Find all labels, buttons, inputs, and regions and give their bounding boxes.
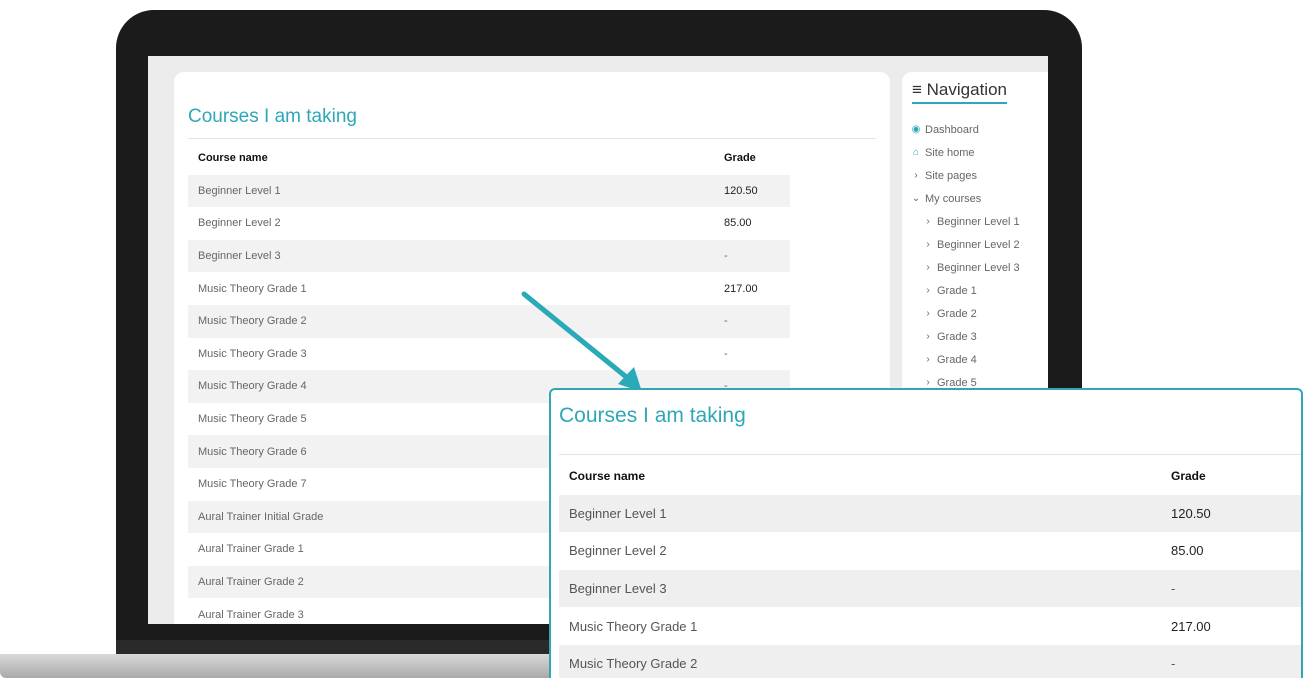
table-row: Beginner Level 3- [188,239,790,273]
nav-item-grade-3[interactable]: › Grade 3 [910,325,1048,348]
nav-item-label: Site pages [925,169,977,182]
nav-item-label: Grade 4 [937,353,977,366]
divider [188,138,876,139]
table-header-row: Course name Grade [188,142,790,175]
course-name-link[interactable]: Music Theory Grade 2 [188,315,724,327]
course-name-link[interactable]: Beginner Level 1 [559,506,1171,521]
column-header-course-name[interactable]: Course name [188,152,724,164]
nav-item-label: Grade 2 [937,307,977,320]
column-header-grade[interactable]: Grade [1171,469,1301,483]
nav-item-grade-2[interactable]: › Grade 2 [910,302,1048,325]
chevron-right-icon: › [926,308,930,319]
nav-item-grade-1[interactable]: › Grade 1 [910,279,1048,302]
home-icon: ⌂ [912,147,920,158]
grade-value: 217.00 [1171,618,1211,634]
navigation-title: ≡ Navigation [912,80,1007,104]
nav-item-site-pages[interactable]: › Site pages [910,164,1048,187]
table-row: Music Theory Grade 2- [559,644,1301,678]
nav-item-label: Dashboard [925,123,979,136]
nav-item-beginner-level-1[interactable]: › Beginner Level 1 [910,210,1048,233]
grade-value: - [724,250,728,263]
chevron-down-icon: ⌄ [911,193,921,204]
zoom-panel: Courses I am taking Course name Grade Be… [549,388,1303,678]
menu-icon: ≡ [912,80,922,99]
course-name-link[interactable]: Beginner Level 3 [559,581,1171,596]
navigation-list: ◉ Dashboard ⌂ Site home › Site pages ⌄ My cours… [910,118,1048,394]
zoom-title: Courses I am taking [559,404,746,427]
nav-item-label: Grade 3 [937,330,977,343]
nav-item-label: Beginner Level 1 [937,215,1020,228]
table-row: Music Theory Grade 1 217.00 [188,272,790,305]
nav-item-label: Beginner Level 2 [937,238,1020,251]
course-name-link[interactable]: Music Theory Grade 3 [188,348,724,360]
course-name-link[interactable]: Beginner Level 1 [188,185,724,197]
nav-item-my-courses[interactable]: ⌄ My courses [910,187,1048,210]
nav-item-beginner-level-2[interactable]: › Beginner Level 2 [910,233,1048,256]
grade-value: - [724,347,728,360]
nav-item-grade-4[interactable]: › Grade 4 [910,348,1048,371]
grade-value: 120.50 [724,184,758,197]
course-name-link[interactable]: Music Theory Grade 1 [559,619,1171,634]
nav-item-site-home[interactable]: ⌂ Site home [910,141,1048,164]
course-name-link[interactable]: Music Theory Grade 1 [188,283,724,295]
nav-item-label: Grade 1 [937,284,977,297]
chevron-right-icon: › [926,216,930,227]
table-row: Music Theory Grade 1 217.00 [559,607,1301,645]
grade-value: 120.50 [1171,505,1211,521]
page-title: Courses I am taking [188,106,357,127]
nav-item-beginner-level-3[interactable]: › Beginner Level 3 [910,256,1048,279]
table-row: Music Theory Grade 2- [188,304,790,338]
divider [559,454,1301,455]
table-row: Beginner Level 1 120.50 [188,174,790,208]
chevron-right-icon: › [926,262,930,273]
chevron-right-icon: › [926,239,930,250]
nav-item-label: Grade 5 [937,376,977,389]
course-name-link[interactable]: Music Theory Grade 2 [559,656,1171,671]
grade-value: 85.00 [1171,543,1204,559]
nav-item-label: My courses [925,192,982,205]
chevron-right-icon: › [926,331,930,342]
zoom-courses-table: Course name Grade Beginner Level 1 120.50… [559,457,1301,678]
nav-item-label: Site home [925,146,975,159]
course-name-link[interactable]: Beginner Level 2 [188,217,724,229]
table-row: Beginner Level 1 120.50 [559,494,1301,533]
grade-value: 85.00 [724,217,752,230]
course-name-link[interactable]: Beginner Level 2 [559,543,1171,558]
course-name-link[interactable]: Beginner Level 3 [188,250,724,262]
navigation-title-label: Navigation [926,80,1007,99]
grade-value: - [1171,581,1176,597]
chevron-right-icon: › [926,285,930,296]
chevron-right-icon: › [926,354,930,365]
dashboard-icon: ◉ [911,124,921,135]
chevron-right-icon: › [914,170,918,181]
table-row: Beginner Level 2 85.00 [559,532,1301,570]
grade-value: 217.00 [724,282,758,295]
table-row: Beginner Level 2 85.00 [188,207,790,240]
table-row: Music Theory Grade 3- [188,338,790,371]
table-row: Beginner Level 3- [559,569,1301,608]
grade-value: - [1171,656,1176,672]
chevron-right-icon: › [926,377,930,388]
nav-item-dashboard[interactable]: ◉ Dashboard [910,118,1048,141]
grade-value: - [724,315,728,328]
table-header-row: Course name Grade [559,457,1301,495]
nav-item-label: Beginner Level 3 [937,261,1020,274]
column-header-course-name[interactable]: Course name [559,469,1171,483]
column-header-grade[interactable]: Grade [724,152,790,164]
